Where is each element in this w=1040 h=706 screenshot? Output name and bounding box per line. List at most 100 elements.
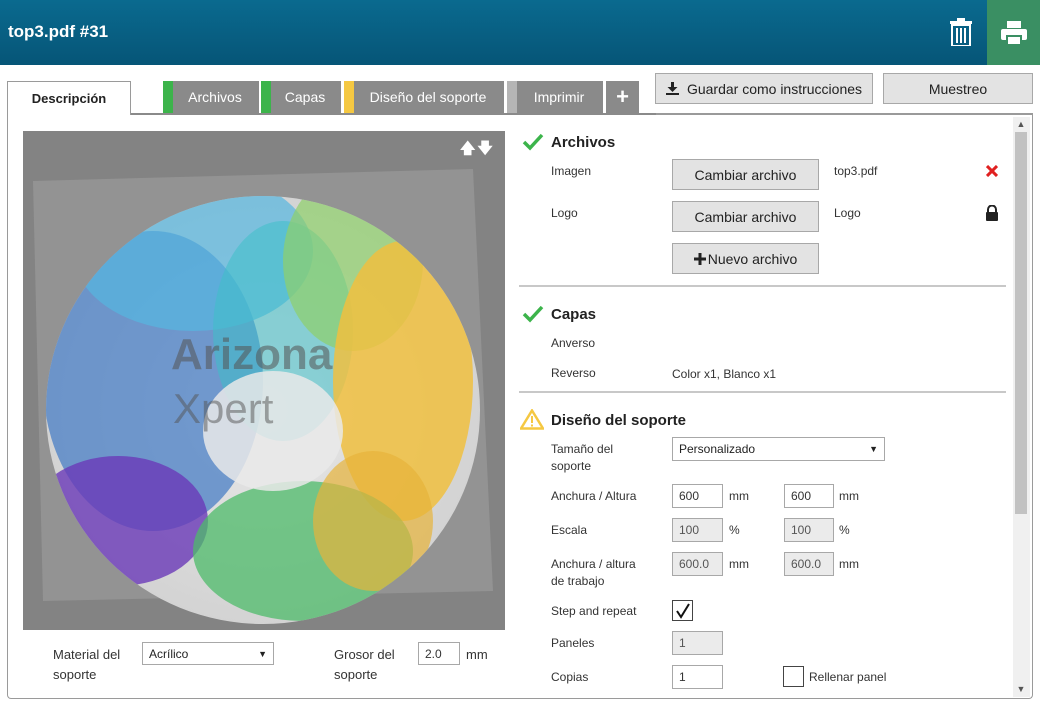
- status-stripe: [261, 81, 271, 113]
- height-value: 600: [791, 489, 812, 503]
- thickness-label: Grosor del soporte: [334, 647, 395, 682]
- check-icon: [522, 133, 544, 151]
- print-button[interactable]: [987, 0, 1040, 65]
- thickness-unit: mm: [466, 647, 488, 662]
- scale-x-value: 100: [679, 523, 700, 537]
- work-width-value: 600.0: [679, 557, 710, 571]
- work-height-unit: mm: [839, 557, 859, 571]
- size-label: Tamaño del soporte: [551, 442, 614, 473]
- divider: [519, 391, 1006, 393]
- material-label: Material del soporte: [53, 647, 121, 682]
- work-width-input: 600.0: [672, 552, 723, 576]
- work-size-label: Anchura / altura de trabajo: [551, 557, 636, 588]
- tab-archivos[interactable]: Archivos: [163, 81, 259, 113]
- back-value: Color x1, Blanco x1: [672, 367, 777, 381]
- scale-y-input: 100: [784, 518, 834, 542]
- check-icon: [522, 305, 544, 323]
- job-title: top3.pdf #31: [8, 22, 109, 41]
- work-width-unit: mm: [729, 557, 749, 571]
- print-preview[interactable]: Arizona Xpert: [23, 131, 505, 630]
- new-file-button[interactable]: Nuevo archivo: [672, 243, 819, 274]
- plus-icon: +: [616, 84, 629, 109]
- material-select[interactable]: Acrílico ▼: [142, 642, 274, 665]
- save-instructions-button[interactable]: Guardar como instrucciones: [655, 73, 873, 104]
- material-value: Acrílico: [149, 646, 189, 661]
- change-logo-label: Cambiar archivo: [694, 208, 797, 225]
- copies-label: Copias: [551, 670, 589, 684]
- watermark-line2: Xpert: [173, 385, 274, 432]
- sample-label: Muestreo: [928, 80, 988, 97]
- change-image-label: Cambiar archivo: [694, 166, 797, 183]
- preview-canvas: Arizona Xpert: [33, 169, 493, 624]
- image-label: Imagen: [551, 164, 592, 178]
- plus-icon: [693, 252, 706, 265]
- height-input[interactable]: 600: [784, 484, 834, 508]
- printer-icon: [1000, 20, 1027, 45]
- sample-button[interactable]: Muestreo: [883, 73, 1033, 104]
- panels-value: 1: [679, 636, 686, 650]
- scale-label: Escala: [551, 523, 588, 537]
- scroll-down-icon[interactable]: ▼: [1015, 684, 1027, 694]
- front-label: Anverso: [551, 336, 596, 350]
- panels-input: 1: [672, 631, 723, 655]
- width-unit: mm: [729, 489, 749, 503]
- tab-label: Descripción: [31, 91, 107, 106]
- add-tab-button[interactable]: +: [606, 81, 639, 113]
- work-height-input: 600.0: [784, 552, 834, 576]
- thickness-input[interactable]: 2.0: [418, 642, 460, 665]
- scrollbar-thumb[interactable]: [1015, 132, 1027, 514]
- thickness-value: 2.0: [425, 646, 442, 661]
- tab-label: Archivos: [188, 89, 242, 105]
- tab-label: Diseño del soporte: [369, 89, 487, 105]
- lock-icon: [986, 205, 998, 221]
- tab-descripcion[interactable]: Descripción: [7, 81, 131, 115]
- work-height-value: 600.0: [791, 557, 822, 571]
- reorder-arrows-icon[interactable]: 🡅🡇: [460, 138, 495, 163]
- back-label: Reverso: [551, 366, 596, 380]
- step-repeat-label: Step and repeat: [551, 604, 637, 618]
- copies-value: 1: [679, 670, 686, 684]
- step-repeat-checkbox[interactable]: [672, 600, 693, 621]
- width-value: 600: [679, 489, 700, 503]
- height-unit: mm: [839, 489, 859, 503]
- section-title-archivos: Archivos: [551, 134, 616, 151]
- size-value: Personalizado: [679, 442, 756, 456]
- delete-job-button[interactable]: [938, 12, 984, 52]
- width-input[interactable]: 600: [672, 484, 723, 508]
- status-stripe: [507, 81, 517, 113]
- save-instructions-label: Guardar como instrucciones: [686, 80, 863, 97]
- size-select[interactable]: Personalizado ▼: [672, 437, 885, 461]
- scale-x-input: 100: [672, 518, 723, 542]
- trash-icon: [950, 18, 972, 46]
- copies-input[interactable]: 1: [672, 665, 723, 689]
- checkmark-icon: [675, 602, 690, 619]
- scale-y-value: 100: [791, 523, 812, 537]
- tab-diseno-soporte[interactable]: Diseño del soporte: [344, 81, 504, 113]
- scale-x-unit: %: [729, 523, 740, 537]
- fill-panel-checkbox[interactable]: [783, 666, 804, 687]
- status-stripe: [163, 81, 173, 113]
- width-height-label: Anchura / Altura: [551, 489, 637, 503]
- scale-y-unit: %: [839, 523, 850, 537]
- panels-label: Paneles: [551, 636, 595, 650]
- section-title-capas: Capas: [551, 306, 597, 323]
- change-image-button[interactable]: Cambiar archivo: [672, 159, 819, 190]
- remove-file-icon[interactable]: [986, 165, 998, 177]
- warning-icon: [520, 409, 544, 430]
- chevron-down-icon: ▼: [869, 444, 878, 454]
- chevron-down-icon: ▼: [258, 648, 267, 659]
- change-logo-button[interactable]: Cambiar archivo: [672, 201, 819, 232]
- status-stripe: [344, 81, 354, 113]
- download-icon: [665, 82, 679, 95]
- watermark-line1: Arizona: [171, 330, 333, 379]
- fill-panel-label: Rellenar panel: [809, 670, 887, 684]
- section-title-diseno: Diseño del soporte: [551, 412, 687, 429]
- logo-filename: Logo: [834, 206, 861, 220]
- tab-capas[interactable]: Capas: [261, 81, 341, 113]
- divider: [519, 285, 1006, 287]
- tab-label: Imprimir: [533, 89, 585, 105]
- tab-imprimir[interactable]: Imprimir: [507, 81, 603, 113]
- tab-label: Capas: [284, 89, 326, 105]
- scroll-up-icon[interactable]: ▲: [1015, 119, 1027, 129]
- image-filename: top3.pdf: [834, 164, 878, 178]
